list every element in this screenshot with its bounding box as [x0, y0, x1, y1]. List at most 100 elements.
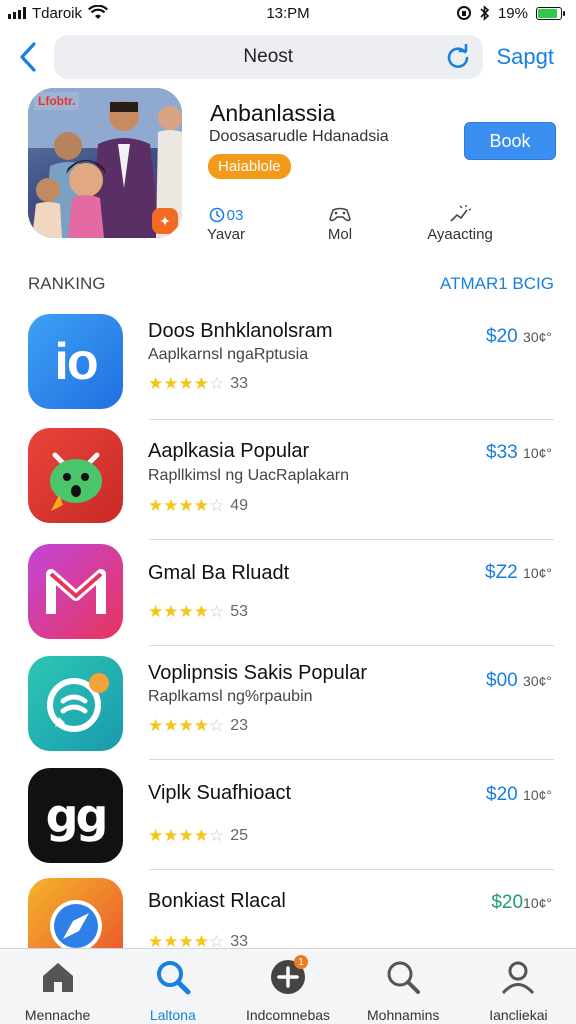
featured-stat-label: Yavar	[206, 226, 246, 243]
app-rating: ★★★★☆ 23	[148, 716, 248, 736]
status-right: 19%	[456, 4, 565, 22]
activity-icon	[416, 204, 504, 226]
app-rating: ★★★★☆ 53	[148, 602, 248, 622]
status-bar: Tdaroik 13:PM 19%	[0, 0, 576, 26]
compass-app-icon[interactable]	[28, 878, 123, 948]
section-link[interactable]: ATMAR1 BCIG	[440, 274, 554, 294]
price-sub: 10¢°	[523, 565, 552, 581]
signal-icon	[8, 7, 26, 19]
star-rating-icon: ★★★★☆	[148, 716, 225, 735]
price-value: $00	[486, 670, 518, 691]
app-rating: ★★★★☆ 33	[148, 932, 248, 948]
star-rating-icon: ★★★★☆	[148, 496, 225, 515]
reload-icon[interactable]	[445, 44, 471, 70]
mail-app-icon[interactable]	[28, 544, 123, 639]
carrier-label: Tdaroik	[32, 4, 83, 22]
featured-card[interactable]: Lfobtr. ✦ Anbanlassia Doosasarudle Hdana…	[28, 88, 558, 248]
app-desc: Aaplkarnsl ngaRptusia	[148, 346, 309, 363]
rating-count: 53	[230, 603, 249, 620]
tab-search-secondary[interactable]: Mohnamins	[346, 949, 461, 1024]
tab-profile[interactable]: Iancliekai	[461, 949, 576, 1024]
app-row[interactable]: io Doos Bnhklanolsram Aaplkarnsl ngaRptu…	[28, 312, 554, 420]
star-rating-icon: ★★★★☆	[148, 602, 225, 621]
tab-search[interactable]: Laltona	[115, 949, 230, 1024]
back-button[interactable]	[8, 37, 48, 77]
nav-action-button[interactable]: Sapgt	[497, 44, 555, 70]
search-icon	[383, 957, 423, 997]
star-rating-icon: ★★★★☆	[148, 374, 225, 393]
star-rating-icon: ★★★★☆	[148, 826, 225, 845]
tab-home[interactable]: Mennache	[0, 949, 115, 1024]
gg-app-icon[interactable]: gg	[28, 768, 123, 863]
tab-label: Indcomnebas	[245, 1007, 331, 1023]
price-value: $33	[486, 442, 518, 463]
app-price[interactable]: $Z2 10¢°	[485, 562, 552, 584]
app-desc: Rapllkimsl ng UacRaplakarn	[148, 467, 349, 484]
price-sub: 30¢°	[523, 673, 552, 689]
price-sub: 10¢°	[523, 787, 552, 803]
tab-add[interactable]: 1 Indcomnebas	[230, 949, 345, 1024]
monster-app-icon[interactable]	[28, 428, 123, 523]
wifi-icon	[88, 5, 109, 19]
star-rating-icon: ★★★★☆	[148, 932, 225, 948]
rating-count: 33	[230, 933, 249, 948]
nav-title: Neost	[243, 46, 294, 67]
status-left: Tdaroik	[8, 4, 109, 22]
tab-label: Mennache	[24, 1007, 91, 1023]
rating-count: 23	[230, 717, 249, 734]
featured-stat-value: 03	[226, 206, 244, 224]
battery-level	[538, 8, 557, 18]
search-icon	[153, 957, 193, 997]
rating-count: 49	[230, 497, 249, 514]
featured-image-tag: Lfobtr.	[34, 92, 80, 110]
bluetooth-icon	[480, 5, 490, 21]
io-app-icon[interactable]: io	[28, 314, 123, 409]
profile-icon	[498, 957, 538, 997]
battery-percent: 19%	[497, 4, 528, 22]
app-row[interactable]: Voplipnsis Sakis Popular Raplkamsl ng%rp…	[28, 646, 554, 760]
monster-glyph	[49, 452, 102, 511]
rating-count: 25	[230, 827, 249, 844]
chevron-left-icon	[20, 42, 36, 72]
app-row[interactable]: Bonkiast Rlacal ★★★★☆ 33 $2010¢°	[28, 870, 554, 948]
app-desc: Raplkamsl ng%rpaubin	[148, 688, 313, 705]
app-row[interactable]: Aaplkasia Popular Rapllkimsl ng UacRapla…	[28, 420, 554, 540]
book-button[interactable]: Book	[464, 122, 556, 160]
calendar-icon: 03	[196, 204, 256, 226]
featured-chip[interactable]: Haiablole	[208, 154, 291, 179]
add-icon: 1	[268, 955, 308, 997]
featured-stat-1: Mol	[310, 204, 370, 243]
tab-label: Mohnamins	[367, 1007, 440, 1023]
app-rating: ★★★★☆ 25	[148, 826, 248, 846]
featured-subtitle: Doosasarudle Hdanadsia	[209, 128, 389, 145]
lock-rotation-icon	[456, 6, 471, 20]
featured-stat-2: Ayaacting	[416, 204, 504, 243]
address-bar[interactable]: Neost	[54, 35, 483, 79]
nav-bar: Neost Sapgt	[0, 32, 576, 82]
app-price[interactable]: $20 10¢°	[486, 784, 552, 806]
app-name: Viplk Suafhioact	[148, 782, 292, 804]
chat-glyph	[46, 672, 109, 732]
app-price[interactable]: $20 30¢°	[486, 326, 552, 348]
price-value: $20	[486, 326, 518, 347]
featured-title: Anbanlassia	[210, 100, 336, 126]
price-value: $20	[491, 892, 524, 913]
app-rating: ★★★★☆ 33	[148, 374, 248, 394]
app-row[interactable]: gg Viplk Suafhioact ★★★★☆ 25 $20 10¢°	[28, 760, 554, 870]
app-name: Bonkiast Rlacal	[148, 890, 286, 912]
app-rating: ★★★★☆ 49	[148, 496, 248, 516]
app-name: Doos Bnhklanolsram	[148, 320, 333, 342]
notification-badge: 1	[294, 955, 308, 969]
featured-stat-label: Mol	[327, 226, 353, 243]
featured-image[interactable]: Lfobtr. ✦	[28, 88, 182, 238]
app-name: Gmal Ba Rluadt	[148, 562, 290, 584]
app-price[interactable]: $33 10¢°	[486, 442, 552, 464]
app-icon-text: gg	[45, 788, 109, 843]
app-price[interactable]: $2010¢°	[491, 892, 552, 914]
app-price[interactable]: $00 30¢°	[486, 670, 552, 692]
tab-label: Laltona	[149, 1007, 196, 1023]
featured-badge-icon: ✦	[152, 208, 178, 234]
chat-app-icon[interactable]	[28, 656, 123, 751]
price-sub: 10¢°	[523, 895, 552, 911]
app-row[interactable]: Gmal Ba Rluadt ★★★★☆ 53 $Z2 10¢°	[28, 540, 554, 646]
